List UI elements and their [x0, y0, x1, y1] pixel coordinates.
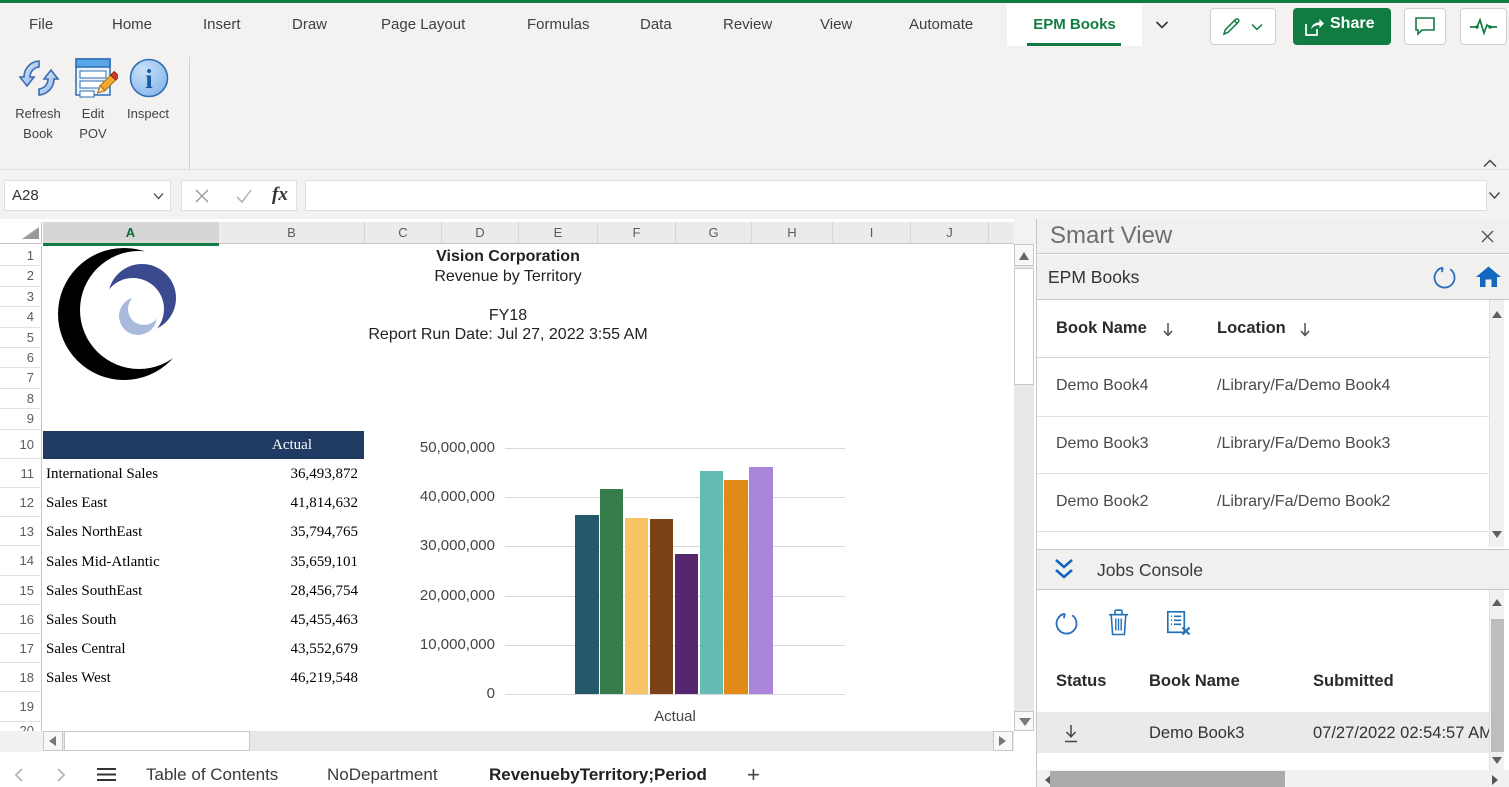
svg-text:i: i — [145, 64, 153, 94]
